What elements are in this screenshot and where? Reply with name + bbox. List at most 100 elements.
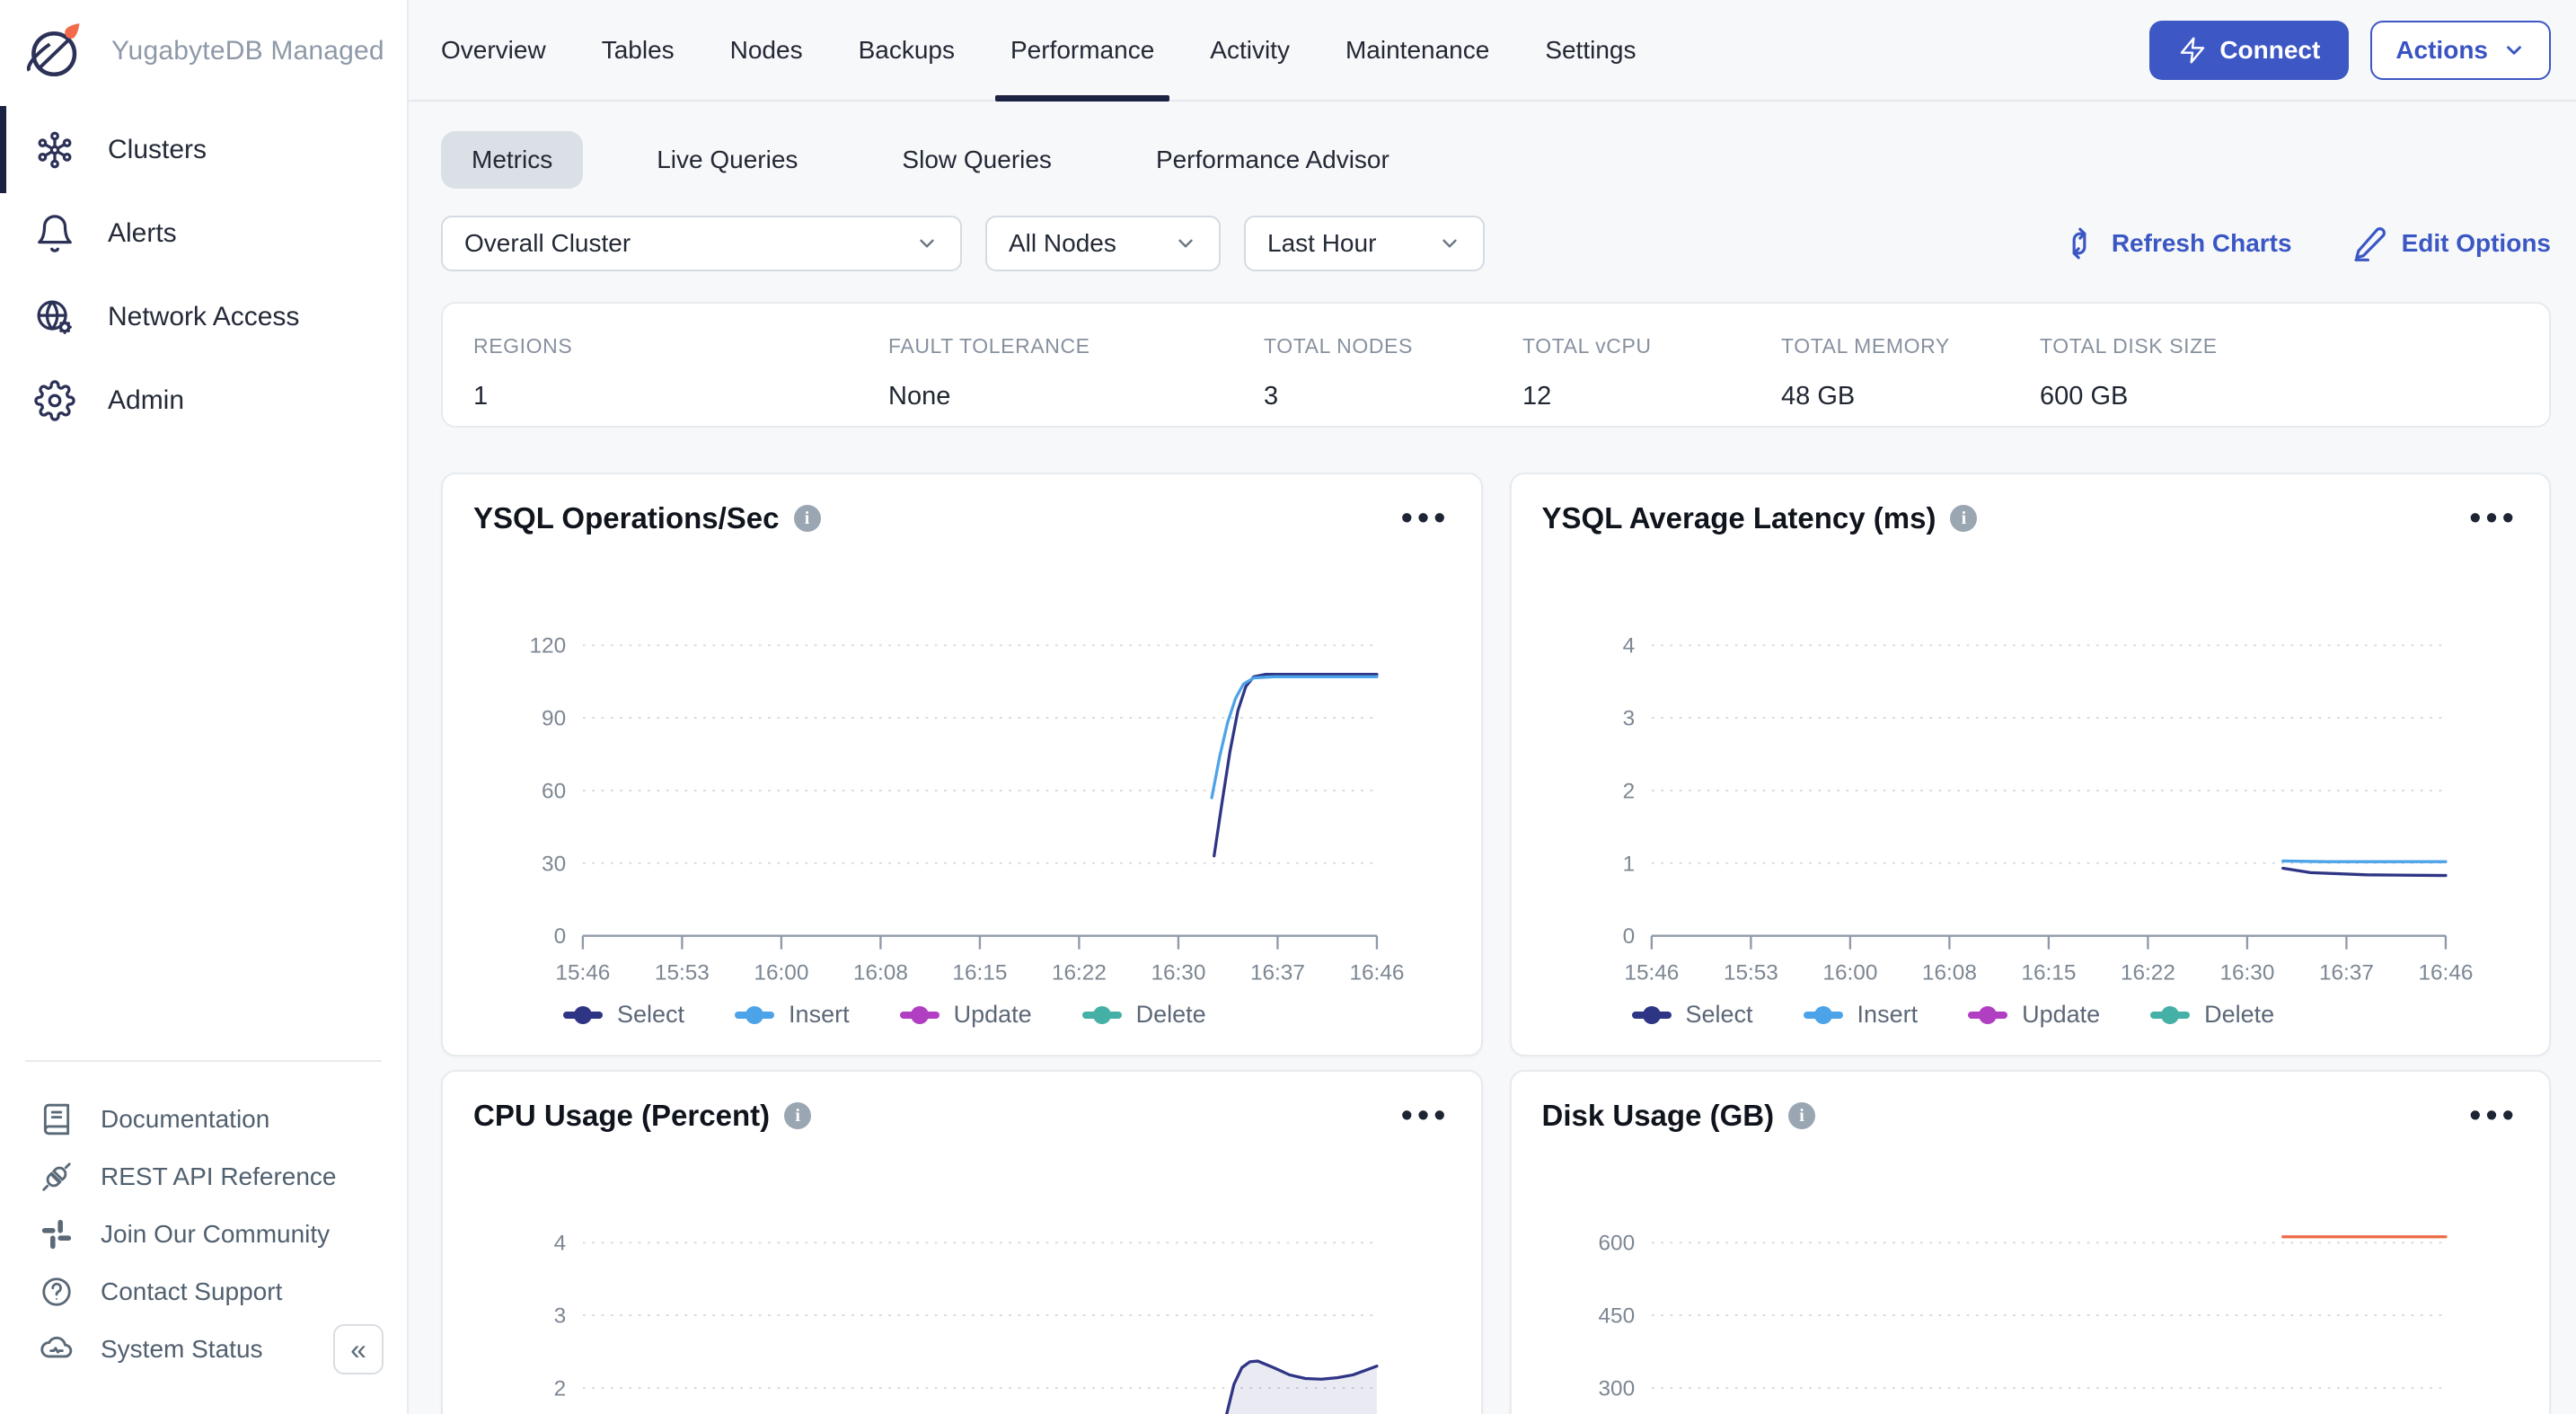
svg-text:16:00: 16:00 xyxy=(1822,960,1877,985)
stat-total-disk-size: TOTAL DISK SIZE 600 GB xyxy=(2040,334,2549,426)
tab-nodes[interactable]: Nodes xyxy=(730,0,803,100)
legend-marker xyxy=(735,1012,774,1019)
svg-text:16:46: 16:46 xyxy=(1349,960,1404,985)
svg-text:2: 2 xyxy=(1622,779,1635,803)
svg-text:16:22: 16:22 xyxy=(2120,960,2175,985)
footer-item-label: REST API Reference xyxy=(101,1162,337,1191)
clusters-icon xyxy=(34,129,75,171)
tab-tables[interactable]: Tables xyxy=(602,0,675,100)
tab-maintenance[interactable]: Maintenance xyxy=(1345,0,1489,100)
subtab-performance-advisor[interactable]: Performance Advisor xyxy=(1125,131,1420,189)
legend-marker xyxy=(563,1012,603,1019)
legend-item-insert[interactable]: Insert xyxy=(735,1001,850,1029)
bell-icon xyxy=(34,213,75,254)
sidebar-item-label: Admin xyxy=(108,385,184,416)
tab-settings[interactable]: Settings xyxy=(1545,0,1636,100)
chart-menu-button[interactable]: ••• xyxy=(1401,1107,1451,1125)
chevron-down-icon xyxy=(1438,232,1461,255)
svg-text:16:08: 16:08 xyxy=(853,960,908,985)
chart-title: YSQL Operations/Sec xyxy=(473,501,780,535)
info-icon[interactable]: i xyxy=(1950,505,1977,532)
info-icon[interactable]: i xyxy=(794,505,821,532)
sidebar-nav: Clusters Alerts Network Access xyxy=(0,108,407,442)
chevron-down-icon xyxy=(915,232,939,255)
svg-text:15:46: 15:46 xyxy=(1624,960,1679,985)
svg-text:16:08: 16:08 xyxy=(1921,960,1976,985)
sidebar-item-network-access[interactable]: Network Access xyxy=(0,275,407,358)
svg-text:30: 30 xyxy=(542,852,566,876)
legend-item-delete[interactable]: Delete xyxy=(1082,1001,1206,1029)
svg-text:16:00: 16:00 xyxy=(754,960,808,985)
svg-text:15:53: 15:53 xyxy=(655,960,710,985)
chart-menu-button[interactable]: ••• xyxy=(1401,509,1451,527)
cluster-scope-select[interactable]: Overall Cluster xyxy=(441,216,962,271)
svg-text:16:37: 16:37 xyxy=(1250,960,1305,985)
svg-text:0: 0 xyxy=(554,924,567,949)
sidebar-collapse-button[interactable]: « xyxy=(333,1324,384,1374)
svg-text:90: 90 xyxy=(542,707,566,731)
svg-text:15:46: 15:46 xyxy=(555,960,610,985)
cloud-status-icon xyxy=(40,1332,74,1366)
pencil-icon xyxy=(2351,225,2387,261)
chart-card-disk-usage: Disk Usage (GB) i ••• 600450300150015:46… xyxy=(1510,1070,2552,1414)
sidebar-item-join-our-community[interactable]: Join Our Community xyxy=(0,1206,407,1263)
sidebar-item-admin[interactable]: Admin xyxy=(0,358,407,442)
footer-item-label: Documentation xyxy=(101,1105,269,1134)
svg-text:16:15: 16:15 xyxy=(952,960,1007,985)
legend-marker xyxy=(900,1012,940,1019)
sidebar-item-clusters[interactable]: Clusters xyxy=(0,108,407,191)
help-circle-icon xyxy=(40,1275,74,1309)
tab-overview[interactable]: Overview xyxy=(441,0,546,100)
svg-text:16:30: 16:30 xyxy=(1151,960,1205,985)
connect-button[interactable]: Connect xyxy=(2149,21,2349,80)
sidebar-item-alerts[interactable]: Alerts xyxy=(0,191,407,275)
svg-text:4: 4 xyxy=(554,1232,567,1256)
sidebar-item-label: Alerts xyxy=(108,218,177,249)
info-icon[interactable]: i xyxy=(784,1102,811,1129)
svg-text:16:15: 16:15 xyxy=(2021,960,2076,985)
svg-text:16:46: 16:46 xyxy=(2418,960,2473,985)
sidebar-item-rest-api-reference[interactable]: REST API Reference xyxy=(0,1148,407,1206)
legend-item-select[interactable]: Select xyxy=(1632,1001,1753,1029)
refresh-charts-link[interactable]: Refresh Charts xyxy=(2061,225,2292,261)
sidebar-item-contact-support[interactable]: Contact Support xyxy=(0,1263,407,1321)
chart-menu-button[interactable]: ••• xyxy=(2469,1107,2519,1125)
legend-marker xyxy=(1968,1012,2007,1019)
svg-text:1: 1 xyxy=(1622,852,1635,876)
node-scope-select[interactable]: All Nodes xyxy=(985,216,1221,271)
chevron-down-icon xyxy=(2502,39,2526,62)
disk-usage-chart: 600450300150015:4615:5316:0016:0816:1516… xyxy=(1542,1138,2519,1414)
tab-performance[interactable]: Performance xyxy=(1010,0,1154,100)
svg-text:0: 0 xyxy=(1622,924,1635,949)
legend-item-insert[interactable]: Insert xyxy=(1804,1001,1919,1029)
charts-grid: YSQL Operations/Sec i ••• 120906030015:4… xyxy=(441,473,2551,1414)
info-icon[interactable]: i xyxy=(1788,1102,1815,1129)
subtab-metrics[interactable]: Metrics xyxy=(441,131,583,189)
lightning-bolt-icon xyxy=(2178,36,2207,65)
legend-item-delete[interactable]: Delete xyxy=(2150,1001,2274,1029)
subtab-slow-queries[interactable]: Slow Queries xyxy=(871,131,1082,189)
stat-fault-tolerance: FAULT TOLERANCE None xyxy=(888,334,1264,426)
chart-menu-button[interactable]: ••• xyxy=(2469,509,2519,527)
subtab-live-queries[interactable]: Live Queries xyxy=(626,131,828,189)
svg-text:4: 4 xyxy=(1622,634,1635,658)
tab-activity[interactable]: Activity xyxy=(1210,0,1290,100)
legend-item-select[interactable]: Select xyxy=(563,1001,684,1029)
time-range-select[interactable]: Last Hour xyxy=(1244,216,1485,271)
stat-total-memory: TOTAL MEMORY 48 GB xyxy=(1781,334,2040,426)
sidebar: YugabyteDB Managed Clusters Alerts xyxy=(0,0,409,1414)
sidebar-item-documentation[interactable]: Documentation xyxy=(0,1091,407,1148)
svg-text:120: 120 xyxy=(529,634,566,658)
gear-icon xyxy=(34,380,75,421)
chart-action-links: Refresh Charts Edit Options xyxy=(2061,225,2551,261)
legend-item-update[interactable]: Update xyxy=(1968,1001,2100,1029)
ysql-latency-chart: 4321015:4615:5316:0016:0816:1516:2216:30… xyxy=(1542,541,2519,1033)
tab-backups[interactable]: Backups xyxy=(859,0,955,100)
footer-item-label: System Status xyxy=(101,1335,263,1364)
legend-marker xyxy=(1632,1012,1672,1019)
chart-card-cpu-usage: CPU Usage (Percent) i ••• 4321015:4615:5… xyxy=(441,1070,1483,1414)
legend-item-update[interactable]: Update xyxy=(900,1001,1032,1029)
edit-options-link[interactable]: Edit Options xyxy=(2351,225,2551,261)
cluster-summary-card: REGIONS 1 FAULT TOLERANCE None TOTAL NOD… xyxy=(441,302,2551,428)
actions-button[interactable]: Actions xyxy=(2370,21,2551,80)
